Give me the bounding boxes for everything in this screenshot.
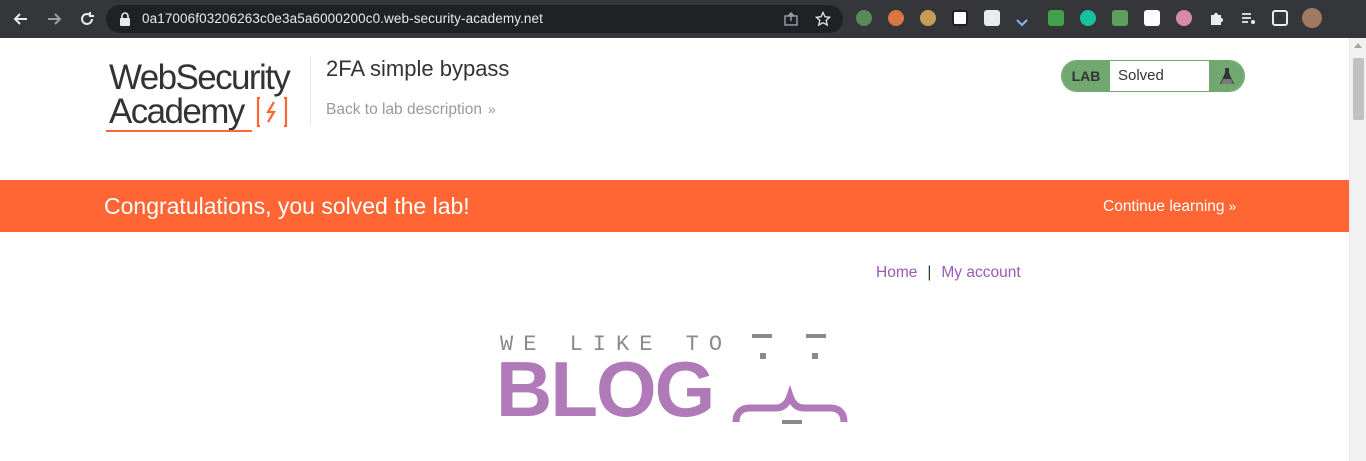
lock-icon[interactable] xyxy=(118,11,134,27)
continue-learning-link[interactable]: Continue learning» xyxy=(1103,198,1236,216)
blog-logo: WE LIKE TO BLOG xyxy=(496,328,856,428)
header-divider xyxy=(310,56,311,126)
playlist-icon[interactable] xyxy=(1240,10,1256,26)
bookmark-star-icon[interactable] xyxy=(814,10,832,27)
lab-status-text: Solved xyxy=(1118,67,1164,84)
sidepanel-icon[interactable] xyxy=(1272,10,1288,26)
continue-learning-label: Continue learning xyxy=(1103,198,1225,215)
ext-orange-icon[interactable] xyxy=(888,10,904,26)
ext-green-icon[interactable] xyxy=(856,10,872,26)
blog-logo-word: BLOG xyxy=(496,345,715,433)
my-account-link[interactable]: My account xyxy=(941,264,1020,281)
ext-cookie-icon[interactable] xyxy=(920,10,936,26)
logo-text-line1: WebSecurity xyxy=(109,58,291,97)
flask-icon xyxy=(1209,61,1244,91)
back-link-label: Back to lab description xyxy=(326,101,482,118)
ext-b-icon[interactable] xyxy=(1144,10,1160,26)
ext-chevron-icon[interactable] xyxy=(1016,14,1028,27)
reload-icon[interactable] xyxy=(75,7,99,31)
page-viewport: WebSecurity Academy 2FA simple bypass Ba… xyxy=(0,38,1349,461)
congratulations-banner: Congratulations, you solved the lab! Con… xyxy=(0,180,1349,232)
ext-globe-icon[interactable] xyxy=(1176,10,1192,26)
logo-underline xyxy=(106,130,252,132)
scrollbar-thumb[interactable] xyxy=(1353,58,1364,120)
blog-face-icon xyxy=(732,334,848,424)
web-security-academy-logo[interactable]: WebSecurity Academy xyxy=(106,58,306,132)
home-link[interactable]: Home xyxy=(876,264,917,281)
lab-tag: LAB xyxy=(1062,61,1110,91)
logo-lightning-icon xyxy=(256,96,288,128)
forward-icon[interactable] xyxy=(42,7,66,31)
back-to-lab-description-link[interactable]: Back to lab description » xyxy=(326,101,496,119)
browser-toolbar: 0a17006f03206263c0e3a5a6000200c0.web-sec… xyxy=(0,0,1366,38)
ext-keyboard-icon[interactable] xyxy=(1112,10,1128,26)
page-scrollbar[interactable] xyxy=(1349,38,1366,461)
ext-grammarly-icon[interactable] xyxy=(1080,10,1096,26)
url-text[interactable]: 0a17006f03206263c0e3a5a6000200c0.web-sec… xyxy=(142,11,543,26)
ext-ublock-icon[interactable] xyxy=(1048,10,1064,26)
lab-status-widget: LAB Solved xyxy=(1061,60,1245,92)
share-icon[interactable] xyxy=(783,11,799,27)
profile-avatar[interactable] xyxy=(1302,8,1322,28)
address-bar[interactable]: 0a17006f03206263c0e3a5a6000200c0.web-sec… xyxy=(106,5,843,33)
scroll-up-icon[interactable] xyxy=(1354,43,1362,48)
double-chevron-right-icon: » xyxy=(1228,198,1237,214)
nav-separator: | xyxy=(927,264,932,281)
banner-message: Congratulations, you solved the lab! xyxy=(104,193,470,219)
ext-notion-icon[interactable] xyxy=(952,10,968,26)
top-navigation: Home | My account xyxy=(876,264,1021,282)
double-chevron-right-icon: » xyxy=(487,101,496,117)
ext-shield-icon[interactable] xyxy=(984,10,1000,26)
back-icon[interactable] xyxy=(9,7,33,31)
logo-text-line2: Academy xyxy=(109,92,245,131)
lab-title: 2FA simple bypass xyxy=(326,56,510,81)
puzzle-icon[interactable] xyxy=(1208,10,1224,26)
